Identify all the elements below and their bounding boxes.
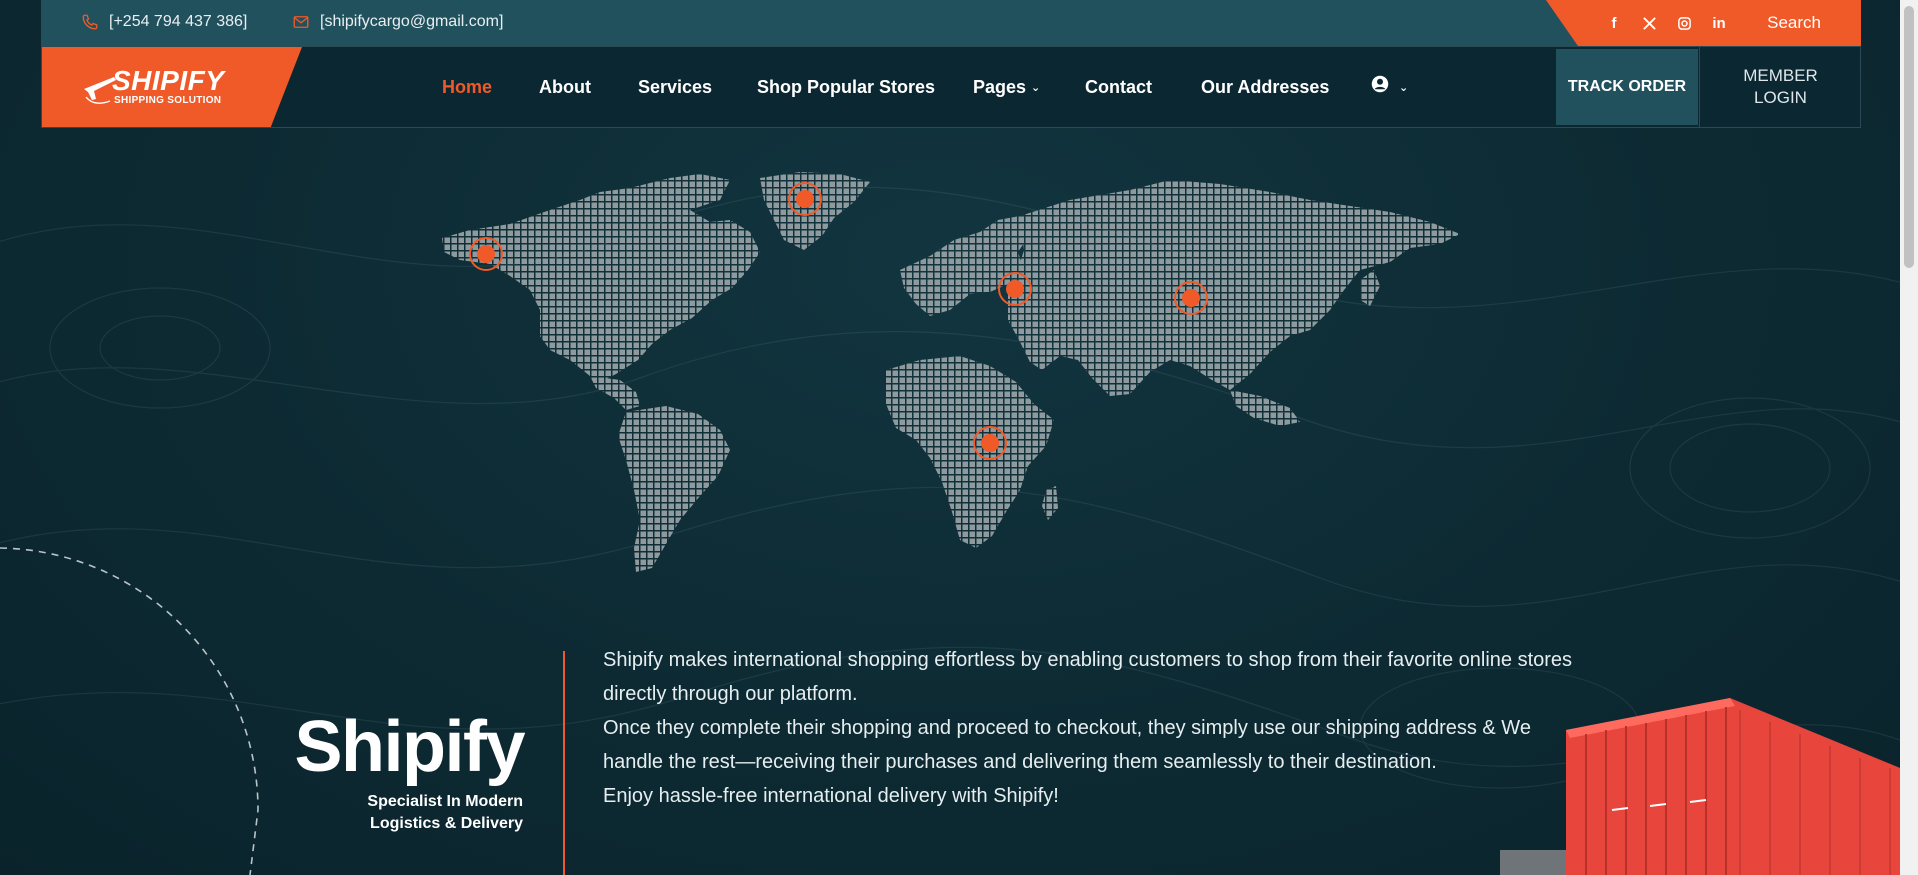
hero-subtitle-line-2: Logistics & Delivery (370, 815, 523, 832)
member-login-line-2: LOGIN (1754, 88, 1807, 107)
dotted-world-map (442, 172, 1460, 572)
chevron-down-icon: ⌄ (1399, 82, 1409, 94)
hero-subtitle-line-1: Specialist In Modern (367, 793, 523, 810)
hero-paragraph-1: Shipify makes international shopping eff… (603, 649, 1573, 705)
nav-home[interactable]: Home (442, 77, 492, 98)
logo-tagline: SHIPPING SOLUTION (114, 95, 222, 106)
phone-icon (82, 14, 98, 30)
hero-title: Shipify (294, 707, 525, 787)
hero-description: Shipify makes international shopping eff… (603, 643, 1603, 813)
nav-pages[interactable]: Pages ⌄ (973, 77, 1040, 98)
decorative-dashed-arc (0, 547, 259, 875)
main-navigation: SHIPIFY SHIPPING SOLUTION Home About Ser… (41, 46, 1861, 128)
chevron-down-icon: ⌄ (1031, 82, 1041, 94)
nav-contact[interactable]: Contact (1085, 77, 1152, 98)
shipping-container-image (1500, 698, 1905, 875)
instagram-icon[interactable] (1674, 13, 1694, 33)
member-login-button[interactable]: MEMBER LOGIN (1699, 47, 1861, 127)
logo-name: SHIPIFY (112, 65, 225, 96)
mail-icon (293, 16, 309, 28)
social-strip: f in Search (1546, 0, 1861, 46)
member-login-line-1: MEMBER (1743, 66, 1818, 85)
phone-contact[interactable]: [+254 794 437 386] (81, 13, 247, 31)
scrollbar-thumb[interactable] (1904, 6, 1914, 268)
hero-paragraph-2: Once they complete their shopping and pr… (603, 717, 1531, 773)
nav-our-addresses[interactable]: Our Addresses (1201, 77, 1329, 98)
user-circle-icon (1371, 75, 1389, 93)
nav-about[interactable]: About (539, 77, 591, 98)
nav-services[interactable]: Services (638, 77, 712, 98)
site-logo[interactable]: SHIPIFY SHIPPING SOLUTION (42, 47, 302, 127)
email-address: [shipifycargo@gmail.com] (320, 13, 504, 30)
x-twitter-icon[interactable] (1639, 13, 1659, 33)
vertical-divider (563, 651, 565, 875)
email-contact[interactable]: [shipifycargo@gmail.com] (292, 13, 503, 31)
search-link[interactable]: Search (1767, 13, 1821, 33)
page-scrollbar[interactable] (1900, 0, 1918, 875)
linkedin-icon[interactable]: in (1709, 13, 1729, 33)
nav-pages-label: Pages (973, 77, 1027, 97)
hero-subtitle: Specialist In Modern Logistics & Deliver… (300, 791, 523, 835)
phone-number: [+254 794 437 386] (109, 13, 248, 30)
account-dropdown[interactable]: ⌄ (1371, 75, 1408, 98)
track-order-button[interactable]: TRACK ORDER (1556, 49, 1698, 125)
nav-shop-popular-stores[interactable]: Shop Popular Stores (757, 77, 935, 98)
top-bar: [+254 794 437 386] [shipifycargo@gmail.c… (41, 0, 1861, 46)
facebook-icon[interactable]: f (1604, 13, 1624, 33)
hero-paragraph-3: Enjoy hassle-free international delivery… (603, 785, 1059, 807)
